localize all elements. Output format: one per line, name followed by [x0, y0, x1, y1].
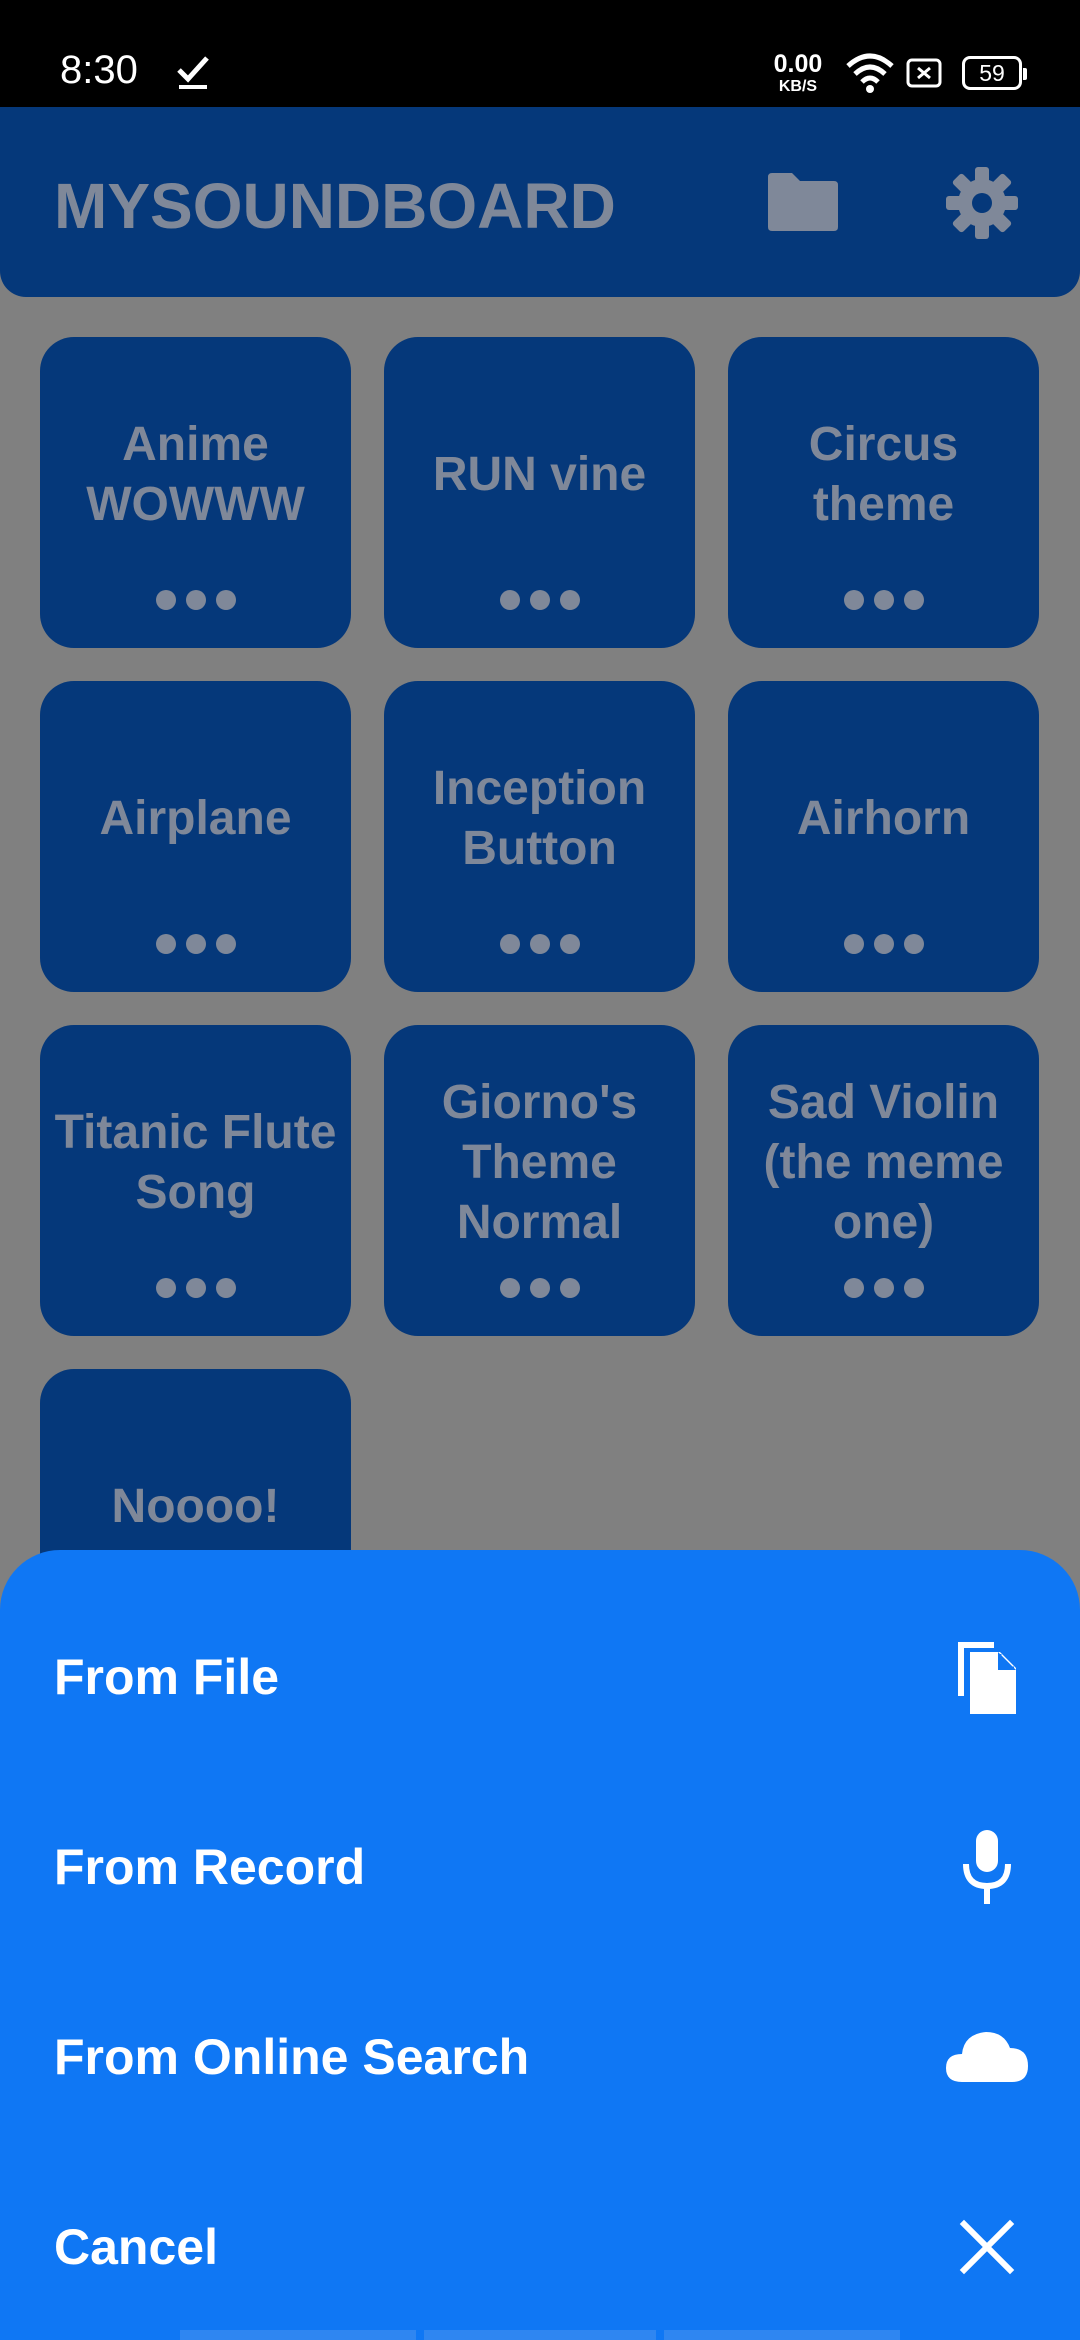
- sound-tile[interactable]: Sad Violin (the meme one): [728, 1025, 1039, 1336]
- more-options-icon[interactable]: [500, 933, 580, 955]
- cancel-label: Cancel: [54, 2219, 218, 2275]
- cancel-option[interactable]: Cancel: [0, 2152, 1080, 2340]
- sound-tile[interactable]: RUN vine: [384, 337, 695, 648]
- cloud-icon: [946, 2032, 1028, 2082]
- network-speed-value: 0.00: [773, 50, 823, 78]
- sound-label: Airplane: [99, 792, 292, 845]
- sound-tile[interactable]: Titanic Flute Song: [40, 1025, 351, 1336]
- from-file-option[interactable]: From File: [0, 1582, 1080, 1772]
- app-title: MYSOUNDBOARD: [54, 170, 616, 242]
- more-options-icon[interactable]: [844, 589, 924, 611]
- more-options-icon[interactable]: [156, 933, 236, 955]
- more-options-icon[interactable]: [156, 1277, 236, 1299]
- microphone-icon: [963, 1830, 1011, 1904]
- sound-tile[interactable]: Airhorn: [728, 681, 1039, 992]
- sound-label: Anime WOWWW: [86, 418, 305, 531]
- sound-label: Giorno's Theme Normal: [441, 1076, 638, 1249]
- from-online-search-option[interactable]: From Online Search: [0, 1962, 1080, 2152]
- sound-label: Inception Button: [432, 762, 647, 875]
- file-copy-icon: [958, 1642, 1016, 1714]
- app-bar: MYSOUNDBOARD: [0, 107, 1080, 297]
- sound-label: Airhorn: [796, 792, 971, 845]
- sound-label: Sad Violin (the meme one): [763, 1076, 1004, 1249]
- sound-tile[interactable]: Anime WOWWW: [40, 337, 351, 648]
- battery-icon: 59: [962, 56, 1027, 90]
- sound-tile[interactable]: Inception Button: [384, 681, 695, 992]
- more-options-icon[interactable]: [844, 1277, 924, 1299]
- folder-icon[interactable]: [764, 167, 842, 237]
- from-record-option[interactable]: From Record: [0, 1772, 1080, 1962]
- status-bar: 8:30 0.00 KB/S 59: [0, 0, 1080, 107]
- network-speed-unit: KB/S: [778, 78, 818, 95]
- more-options-icon[interactable]: [500, 1277, 580, 1299]
- network-speed: 0.00 KB/S: [770, 52, 826, 95]
- more-options-icon[interactable]: [844, 933, 924, 955]
- sound-tile[interactable]: Circus theme: [728, 337, 1039, 648]
- gear-icon[interactable]: [944, 165, 1020, 241]
- download-done-icon: [177, 56, 209, 89]
- sound-tile[interactable]: Airplane: [40, 681, 351, 992]
- more-options-icon[interactable]: [500, 589, 580, 611]
- close-icon: [959, 2219, 1015, 2275]
- wifi-icon: [846, 53, 894, 93]
- sound-label: RUN vine: [432, 448, 647, 501]
- sound-tile[interactable]: Giorno's Theme Normal: [384, 1025, 695, 1336]
- more-options-icon[interactable]: [156, 589, 236, 611]
- sim-icon: [906, 58, 942, 88]
- from-record-label: From Record: [54, 1839, 366, 1895]
- sound-label: Titanic Flute Song: [54, 1106, 337, 1219]
- from-online-search-label: From Online Search: [54, 2029, 530, 2085]
- sound-label: Circus theme: [808, 418, 959, 531]
- status-time: 8:30: [60, 48, 138, 92]
- navigation-hint: [180, 2330, 900, 2340]
- add-sound-sheet: From File From Record From Online Search…: [0, 1550, 1080, 2340]
- from-file-label: From File: [54, 1649, 280, 1705]
